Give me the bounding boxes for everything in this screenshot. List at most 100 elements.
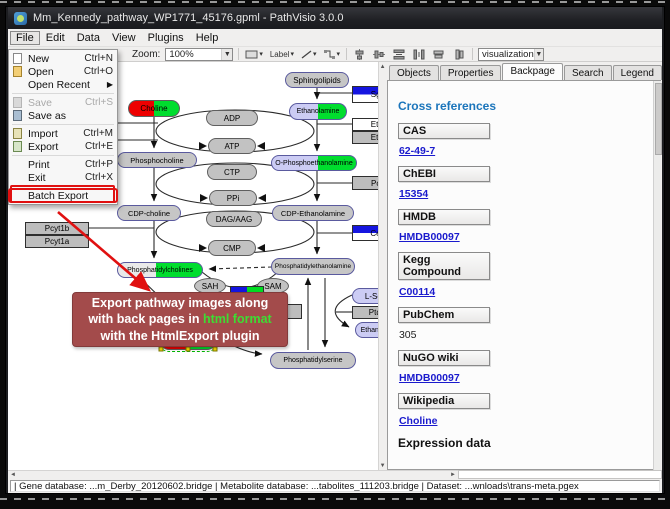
scroll-up-icon[interactable]: ▲ [380, 62, 386, 71]
pathway-node-l-serine[interactable]: L-Serine [352, 288, 378, 304]
tab-objects[interactable]: Objects [389, 65, 439, 80]
window-title: Mm_Kennedy_pathway_WP1771_45176.gpml - P… [33, 12, 343, 24]
menubar-item-plugins[interactable]: Plugins [142, 31, 190, 45]
menubar-item-view[interactable]: View [106, 31, 142, 45]
xref-section-title: NuGO wiki [398, 350, 490, 366]
selection-handle[interactable] [213, 347, 218, 352]
pathway-node-ctp[interactable]: CTP [207, 164, 257, 180]
scroll-down-icon[interactable]: ▼ [380, 461, 386, 470]
toolbar-separator [472, 48, 473, 60]
pathway-node-o-phosphoethanolamine[interactable]: O-Phosphoethanolamine [271, 155, 357, 171]
pathway-node-sgpl1[interactable]: Sgpl1 [352, 86, 378, 103]
xref-link-choline[interactable]: Choline [399, 415, 438, 427]
xref-section-value: 62-49-7 [399, 145, 650, 157]
align-middle-button[interactable] [372, 48, 387, 61]
menu-item-exit[interactable]: ExitCtrl+X [9, 171, 117, 184]
tab-properties[interactable]: Properties [440, 65, 502, 80]
pathway-node-ethanolamine-bottom[interactable]: Ethanolamine [355, 322, 378, 338]
xref-link-hmdb00097[interactable]: HMDB00097 [399, 231, 460, 243]
capture-marquee-top [0, 1, 670, 3]
menubar-item-file[interactable]: File [10, 31, 40, 45]
selection-handle[interactable] [159, 347, 164, 352]
selection-handle[interactable] [186, 347, 191, 352]
pathway-node-phosphatidylethanolamine[interactable]: Phosphatidylethanolamine [271, 258, 355, 275]
pathway-node-choline-top[interactable]: Choline [128, 100, 180, 117]
xref-section-title: Wikipedia [398, 393, 490, 409]
menu-item-save-as[interactable]: Save as [9, 109, 117, 122]
pathway-node-phosphocholine[interactable]: Phosphocholine [117, 152, 197, 168]
distribute-horizontal-button[interactable] [412, 48, 427, 61]
label-tool-button[interactable]: Label▾ [269, 48, 295, 61]
pathway-node-etnk2[interactable]: Etnk2 [352, 131, 378, 144]
scroll-left-icon[interactable]: ◄ [10, 472, 16, 478]
menu-item-new[interactable]: NewCtrl+N [9, 52, 117, 65]
pathway-node-ppi[interactable]: PPi [209, 190, 257, 206]
panel-scrollbar[interactable] [653, 81, 661, 470]
toolbar-separator [238, 48, 239, 60]
connector-tool-button[interactable]: ▾ [322, 48, 341, 61]
canvas-horizontal-scrollbar[interactable]: ◄ ► [8, 470, 458, 479]
menubar-item-help[interactable]: Help [190, 31, 225, 45]
same-height-button[interactable] [452, 48, 467, 61]
line-tool-button[interactable]: ▾ [300, 48, 318, 61]
same-width-button[interactable] [432, 48, 447, 61]
xref-section-value: 305 [399, 329, 650, 341]
same-height-icon [454, 49, 465, 60]
chevron-down-icon[interactable]: ▼ [534, 49, 543, 60]
menu-item-print[interactable]: PrintCtrl+P [9, 158, 117, 171]
xref-link-62-49-7[interactable]: 62-49-7 [399, 145, 435, 157]
pathway-node-atp[interactable]: ATP [208, 138, 256, 154]
pathway-node-pcyt1b[interactable]: Pcyt1b [25, 222, 89, 235]
import-icon [11, 128, 24, 139]
menu-item-open-recent[interactable]: Open Recent▶ [9, 78, 117, 91]
menu-item-export[interactable]: ExportCtrl+E [9, 140, 117, 153]
pathway-node-phosphatidylcholines[interactable]: Phosphatidylcholines [117, 262, 203, 278]
xref-link-c00114[interactable]: C00114 [399, 286, 435, 298]
xref-section-hmdb: HMDBHMDB00097 [398, 209, 650, 243]
zoom-combo[interactable]: 100% ▼ [165, 48, 233, 61]
pathway-node-cmp[interactable]: CMP [208, 240, 256, 256]
pathway-node-etnk1[interactable]: Etnk1 [352, 118, 378, 131]
xref-section-pubchem: PubChem305 [398, 307, 650, 341]
align-center-button[interactable] [352, 48, 367, 61]
scroll-right-icon[interactable]: ► [450, 472, 456, 478]
pathway-node-dag-aag[interactable]: DAG/AAG [206, 211, 262, 227]
visualization-combo[interactable]: visualization ▼ [478, 48, 544, 61]
pathway-node-cept1[interactable]: Cept1 [352, 225, 378, 241]
annotation-callout: Export pathway images along with back pa… [72, 292, 288, 347]
chevron-down-icon[interactable]: ▼ [221, 49, 232, 60]
title-bar[interactable]: Mm_Kennedy_pathway_WP1771_45176.gpml - P… [8, 7, 662, 29]
pathway-node-adp[interactable]: ADP [206, 110, 258, 126]
menu-item-label: Import [28, 128, 77, 140]
pathway-node-ethanolamine-top[interactable]: Ethanolamine [289, 103, 347, 120]
annotation-highlight: html format [203, 312, 272, 326]
tab-backpage[interactable]: Backpage [502, 63, 562, 80]
pathway-node-cdp-choline[interactable]: CDP-choline [117, 205, 181, 221]
export-icon [11, 141, 24, 152]
menu-item-open[interactable]: OpenCtrl+O [9, 65, 117, 78]
menu-item-save[interactable]: SaveCtrl+S [9, 96, 117, 109]
xref-link-hmdb00097[interactable]: HMDB00097 [399, 372, 460, 384]
menu-item-import[interactable]: ImportCtrl+M [9, 127, 117, 140]
canvas-vertical-scrollbar[interactable]: ▲ ▼ [378, 62, 386, 470]
pathway-node-pcyt2[interactable]: Pcyt2 [352, 176, 378, 190]
pathway-node-cdp-ethanolamine[interactable]: CDP-Ethanolamine [272, 205, 354, 221]
menu-item-shortcut: Ctrl+S [85, 97, 113, 108]
gene-tool-button[interactable]: ▾ [244, 48, 264, 61]
xref-section-chebi: ChEBI15354 [398, 166, 650, 200]
tab-legend[interactable]: Legend [613, 65, 662, 80]
batch-export-highlight-box [10, 185, 115, 203]
distribute-vertical-button[interactable] [392, 48, 407, 61]
xref-link-15354[interactable]: 15354 [399, 188, 428, 200]
label-tool-text: Label [270, 50, 290, 59]
pathway-node-phosphatidylserine[interactable]: Phosphatidylserine [270, 352, 356, 369]
menubar-item-edit[interactable]: Edit [40, 31, 71, 45]
pathway-node-sphingolipids[interactable]: Sphingolipids [285, 72, 349, 88]
pathway-node-ptdss2[interactable]: Ptdss2 [352, 306, 378, 319]
menu-item-label: Open [28, 66, 78, 78]
menubar-item-data[interactable]: Data [71, 31, 106, 45]
tab-search[interactable]: Search [564, 65, 612, 80]
align-center-icon [354, 49, 365, 60]
pathway-node-pcyt1a[interactable]: Pcyt1a [25, 235, 89, 248]
menu-separator [12, 93, 114, 94]
